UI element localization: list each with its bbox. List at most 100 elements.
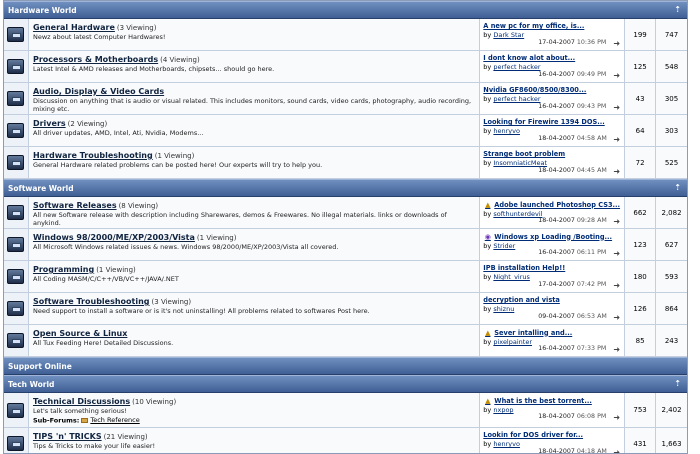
last-post-title-line[interactable]: Strange boot problem (483, 150, 621, 158)
last-post-date: 16-04-2007 06:11 PM (538, 249, 606, 256)
forum-folder-icon[interactable] (7, 91, 25, 106)
jump-to-last-post-icon[interactable]: ➜ (613, 281, 620, 290)
category-title[interactable]: Hardware World (8, 6, 77, 15)
last-post-title[interactable]: Sever intalling and... (494, 329, 572, 337)
last-post-title[interactable]: Looking for Firewire 1394 DOS... (483, 118, 604, 126)
last-post-title-line[interactable]: ▲ What is the best torrent... (483, 396, 621, 405)
last-post-title[interactable]: IPB installation Help!! (483, 264, 565, 272)
category-title[interactable]: Software World (8, 184, 74, 193)
last-post-author[interactable]: perfect hacker (493, 95, 540, 103)
forum-description: General Hardware related problems can be… (32, 161, 323, 169)
last-post-day: 18-04-2007 (538, 135, 575, 142)
forum-folder-icon[interactable] (7, 205, 25, 220)
last-post-author[interactable]: InsomniaticMeat (493, 159, 547, 167)
forum-title-link[interactable]: Windows 98/2000/ME/XP/2003/Vista (33, 233, 195, 242)
last-post-author[interactable]: Night_virus (493, 273, 530, 281)
forum-folder-icon[interactable] (7, 155, 25, 170)
threads-count: 180 (625, 261, 657, 292)
forum-folder-icon[interactable] (7, 402, 25, 418)
category-title[interactable]: Support Online (8, 362, 72, 371)
last-post-title[interactable]: A new pc for my office, is... (483, 22, 584, 30)
jump-to-last-post-icon[interactable]: ➜ (613, 167, 620, 176)
last-post-title-line[interactable]: ▲ Sever intalling and... (483, 328, 621, 337)
forum-title-link[interactable]: Open Source & Linux (33, 329, 127, 338)
last-post-title[interactable]: I dont know alot about... (483, 54, 575, 62)
last-post-title-line[interactable]: A new pc for my office, is... (483, 22, 621, 30)
jump-to-last-post-icon[interactable]: ➜ (613, 413, 620, 422)
jump-to-last-post-icon[interactable]: ➜ (613, 135, 620, 144)
last-post-title[interactable]: Strange boot problem (483, 150, 565, 158)
forum-title-link[interactable]: Processors & Motherboards (33, 55, 158, 64)
by-label: by (483, 210, 492, 218)
last-post-date: 18-04-2007 06:08 PM (538, 413, 606, 420)
last-post-author[interactable]: henryvo (493, 440, 520, 448)
last-post-title-line[interactable]: decryption and vista (483, 296, 621, 304)
forum-folder-icon[interactable] (7, 269, 25, 284)
subforum-link[interactable]: Tech Reference (81, 416, 140, 424)
last-post-date: 17-04-2007 07:42 PM (538, 281, 606, 288)
forum-title-link[interactable]: Technical Discussions (33, 397, 130, 406)
jump-to-last-post-icon[interactable]: ➜ (613, 103, 620, 112)
last-post-date: 18-04-2007 04:45 AM (538, 167, 607, 174)
category-header[interactable]: Software World ⇡ (4, 179, 687, 197)
last-post-author[interactable]: perfect hacker (493, 63, 540, 71)
category-header[interactable]: Tech World ⇡ (4, 375, 687, 393)
last-post-title-line[interactable]: Lookin for DOS driver for... (483, 431, 621, 439)
threads-count: 126 (625, 293, 657, 324)
last-post-author[interactable]: softhunterdevil (493, 210, 542, 218)
last-post-author[interactable]: nxpop (493, 406, 513, 414)
last-post-title-line[interactable]: ▲ Adobe launched Photoshop CS3... (483, 200, 621, 209)
jump-to-last-post-icon[interactable]: ➜ (613, 448, 620, 453)
jump-to-last-post-icon[interactable]: ➜ (613, 313, 620, 322)
category-header[interactable]: Hardware World ⇡ (4, 1, 687, 19)
jump-to-last-post-icon[interactable]: ➜ (613, 71, 620, 80)
jump-to-last-post-icon[interactable]: ➜ (613, 345, 620, 354)
collapse-icon[interactable]: ⇡ (674, 6, 681, 14)
last-post-author[interactable]: pixelpainter (493, 338, 532, 346)
forum-title-line: Audio, Display & Video Cards (33, 87, 475, 96)
jump-to-last-post-icon[interactable]: ➜ (613, 39, 620, 48)
forum-folder-icon[interactable] (7, 237, 25, 252)
by-label: by (483, 338, 492, 346)
forum-title-link[interactable]: TIPS 'n' TRICKS (33, 432, 102, 441)
posts-count: 627 (656, 229, 687, 260)
forum-title-link[interactable]: Software Troubleshooting (33, 297, 150, 306)
last-post-title[interactable]: Windows xp Loading /Booting... (494, 233, 612, 241)
category-header[interactable]: Support Online (4, 357, 687, 375)
subforum-name[interactable]: Tech Reference (90, 416, 139, 424)
last-post-title-line[interactable]: Looking for Firewire 1394 DOS... (483, 118, 621, 126)
last-post-author[interactable]: Dark Star (493, 31, 524, 39)
last-post-author[interactable]: henryvo (493, 127, 520, 135)
forum-folder-icon[interactable] (7, 123, 25, 138)
last-post-author[interactable]: Strider (493, 242, 515, 250)
last-post-title-line[interactable]: ◉ Windows xp Loading /Booting... (483, 232, 621, 241)
forum-title-link[interactable]: General Hardware (33, 23, 115, 32)
forum-icon-cell (4, 261, 29, 292)
forum-folder-icon[interactable] (7, 436, 25, 451)
forum-folder-icon[interactable] (7, 59, 25, 74)
last-post-title[interactable]: Adobe launched Photoshop CS3... (494, 201, 620, 209)
forum-folder-icon[interactable] (7, 301, 25, 316)
last-post-title[interactable]: decryption and vista (483, 296, 560, 304)
category-title[interactable]: Tech World (8, 380, 54, 389)
forum-title-link[interactable]: Drivers (33, 119, 66, 128)
last-post-title-line[interactable]: IPB installation Help!! (483, 264, 621, 272)
last-post-title-line[interactable]: Nvidia GF8600/8500/8300... (483, 86, 621, 94)
last-post-author-line: by henryvo (483, 440, 621, 448)
last-post-title[interactable]: Nvidia GF8600/8500/8300... (483, 86, 586, 94)
collapse-icon[interactable]: ⇡ (674, 380, 681, 388)
forum-folder-icon[interactable] (7, 27, 25, 42)
jump-to-last-post-icon[interactable]: ➜ (613, 217, 620, 226)
last-post-title-line[interactable]: I dont know alot about... (483, 54, 621, 62)
forum-title-link[interactable]: Software Releases (33, 201, 117, 210)
forum-folder-icon[interactable] (7, 333, 25, 348)
last-post-title[interactable]: Lookin for DOS driver for... (483, 431, 583, 439)
forum-title-link[interactable]: Audio, Display & Video Cards (33, 87, 164, 96)
last-post-title[interactable]: What is the best torrent... (494, 397, 592, 405)
forum-title-link[interactable]: Hardware Troubleshooting (33, 151, 153, 160)
collapse-icon[interactable]: ⇡ (674, 184, 681, 192)
jump-to-last-post-icon[interactable]: ➜ (613, 249, 620, 258)
last-post-author[interactable]: shiznu (493, 305, 514, 313)
forum-description: All new Software release with descriptio… (32, 211, 447, 227)
forum-title-link[interactable]: Programming (33, 265, 94, 274)
